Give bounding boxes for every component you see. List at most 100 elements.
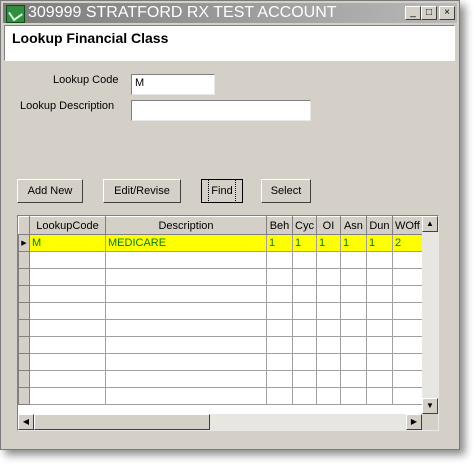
empty-cell — [339, 387, 367, 405]
empty-cell — [365, 251, 393, 269]
cell-dun[interactable]: 1 — [365, 234, 393, 252]
empty-cell — [391, 251, 423, 269]
vertical-scrollbar[interactable]: ▲ ▼ — [422, 216, 438, 414]
scroll-right-icon[interactable]: ▶ — [406, 414, 422, 430]
empty-cell — [292, 387, 317, 405]
app-window: 309999 STRATFORD RX TEST ACCOUNT _ □ × L… — [0, 0, 460, 450]
empty-cell — [292, 268, 317, 286]
empty-cell — [315, 319, 341, 337]
empty-cell — [315, 302, 341, 320]
empty-cell — [365, 387, 393, 405]
column-header-dun[interactable]: Dun — [365, 216, 393, 235]
cell-beh[interactable]: 1 — [266, 234, 293, 252]
empty-cell — [29, 353, 106, 371]
close-button[interactable]: × — [439, 6, 455, 20]
empty-cell — [29, 268, 106, 286]
empty-cell — [339, 370, 367, 388]
cell-oi[interactable]: 1 — [315, 234, 341, 252]
add-new-button-label: Add New — [27, 185, 73, 197]
scroll-down-icon[interactable]: ▼ — [422, 398, 438, 414]
empty-cell — [105, 302, 267, 320]
column-header-asn[interactable]: Asn — [339, 216, 367, 235]
scroll-up-icon[interactable]: ▲ — [422, 216, 438, 232]
column-header-woff[interactable]: WOff — [391, 216, 423, 235]
column-header-beh[interactable]: Beh — [266, 216, 293, 235]
empty-cell — [292, 353, 317, 371]
empty-cell — [292, 370, 317, 388]
empty-cell — [315, 336, 341, 354]
empty-cell — [29, 370, 106, 388]
row-indicator-cell — [18, 268, 30, 286]
cell-lookupcode[interactable]: M — [29, 234, 106, 252]
window-title: 309999 STRATFORD RX TEST ACCOUNT — [28, 4, 337, 21]
empty-cell — [105, 370, 267, 388]
empty-cell — [266, 370, 293, 388]
table-row[interactable]: ▶ M MEDICARE 1 1 1 1 1 2 — [18, 234, 423, 252]
cell-asn[interactable]: 1 — [339, 234, 367, 252]
column-header-description[interactable]: Description — [105, 216, 267, 235]
empty-cell — [365, 302, 393, 320]
maximize-button[interactable]: □ — [421, 6, 437, 20]
empty-cell — [105, 268, 267, 286]
empty-table-row — [18, 302, 423, 320]
empty-cell — [365, 285, 393, 303]
empty-cell — [315, 353, 341, 371]
cell-woff[interactable]: 2 — [391, 234, 423, 252]
horizontal-scroll-thumb[interactable] — [34, 414, 210, 430]
edit-revise-button[interactable]: Edit/Revise — [103, 179, 181, 203]
row-indicator-cell — [18, 387, 30, 405]
add-new-button[interactable]: Add New — [17, 179, 83, 203]
horizontal-scrollbar[interactable]: ◀ ▶ — [18, 414, 422, 430]
column-header-cyc[interactable]: Cyc — [292, 216, 317, 235]
empty-cell — [29, 251, 106, 269]
empty-cell — [315, 268, 341, 286]
cell-cyc[interactable]: 1 — [292, 234, 317, 252]
empty-cell — [391, 285, 423, 303]
title-bar[interactable]: 309999 STRATFORD RX TEST ACCOUNT _ □ × — [3, 3, 457, 23]
empty-cell — [391, 387, 423, 405]
empty-cell — [105, 387, 267, 405]
header-panel: Lookup Financial Class — [4, 25, 455, 61]
lookup-description-input[interactable] — [131, 100, 311, 121]
column-header-lookupcode[interactable]: LookupCode — [29, 216, 106, 235]
row-indicator-cell — [18, 302, 30, 320]
empty-cell — [29, 302, 106, 320]
scroll-left-icon[interactable]: ◀ — [18, 414, 34, 430]
empty-table-row — [18, 336, 423, 354]
empty-cell — [266, 268, 293, 286]
results-table: LookupCode Description Beh Cyc OI Asn Du… — [18, 216, 423, 405]
lookup-code-input[interactable]: M — [131, 74, 215, 95]
empty-cell — [391, 268, 423, 286]
empty-cell — [365, 336, 393, 354]
empty-cell — [292, 336, 317, 354]
empty-table-row — [18, 353, 423, 371]
empty-cell — [339, 251, 367, 269]
empty-cell — [339, 353, 367, 371]
row-indicator-cell — [18, 353, 30, 371]
empty-cell — [315, 285, 341, 303]
cell-description[interactable]: MEDICARE — [105, 234, 267, 252]
empty-table-row — [18, 370, 423, 388]
empty-cell — [29, 285, 106, 303]
lookup-code-label: Lookup Code — [53, 74, 119, 86]
empty-table-row — [18, 268, 423, 286]
empty-cell — [266, 319, 293, 337]
find-button[interactable]: Find — [201, 179, 243, 203]
row-indicator-cell — [18, 285, 30, 303]
row-indicator-header — [18, 216, 30, 235]
empty-cell — [365, 268, 393, 286]
empty-cell — [29, 387, 106, 405]
select-button[interactable]: Select — [261, 179, 311, 203]
empty-cell — [315, 251, 341, 269]
empty-cell — [365, 370, 393, 388]
row-indicator-cell — [18, 336, 30, 354]
empty-cell — [105, 336, 267, 354]
app-icon[interactable] — [6, 5, 25, 23]
empty-cell — [105, 353, 267, 371]
selected-row-indicator-icon: ▶ — [18, 234, 30, 252]
empty-cell — [391, 302, 423, 320]
select-button-label: Select — [270, 185, 302, 197]
column-header-oi[interactable]: OI — [315, 216, 341, 235]
minimize-button[interactable]: _ — [405, 6, 421, 20]
results-grid[interactable]: LookupCode Description Beh Cyc OI Asn Du… — [17, 215, 439, 431]
